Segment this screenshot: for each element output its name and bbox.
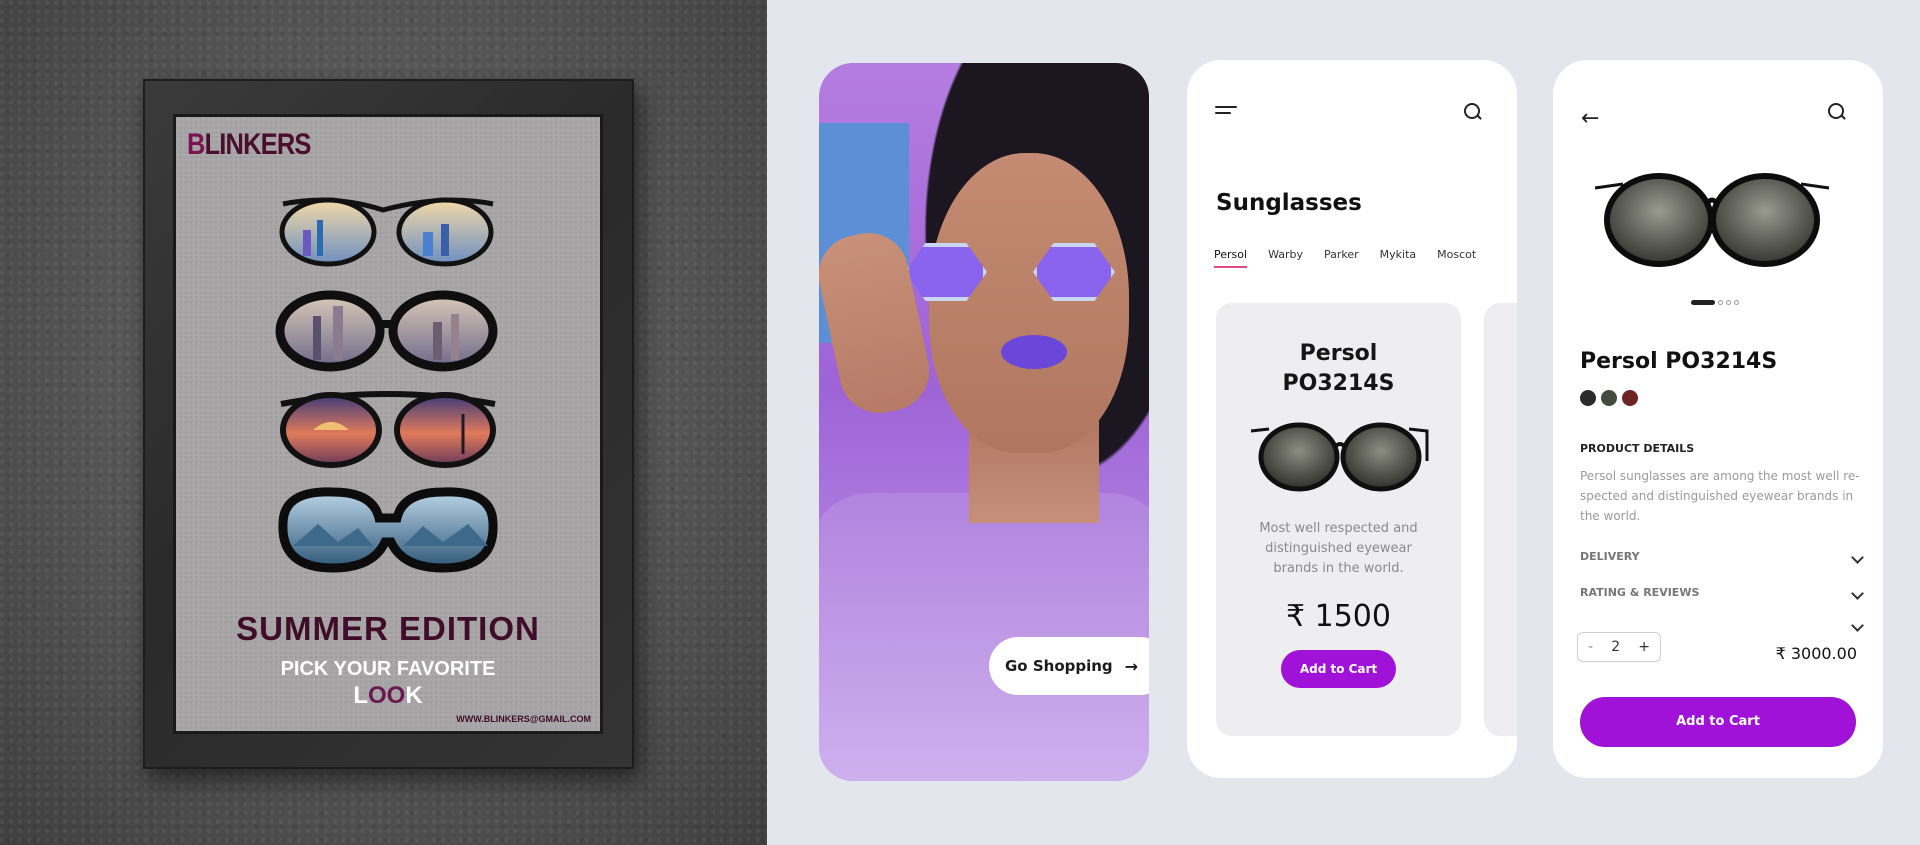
collapse-accordion[interactable] bbox=[1580, 618, 1864, 632]
page-title: Sunglasses bbox=[1216, 190, 1362, 216]
poster-sunglasses-skyline-icon bbox=[275, 290, 498, 372]
add-to-cart-button[interactable]: Add to Cart bbox=[1580, 697, 1856, 747]
tab-persol[interactable]: Persol bbox=[1214, 248, 1248, 268]
poster-sunglasses-sunset-icon bbox=[280, 391, 496, 468]
chevron-down-icon bbox=[1851, 551, 1864, 564]
poster-mockup: BLINKERS SUMMER EDITION PICK YOUR FAVORI… bbox=[0, 0, 767, 845]
poster-sunglasses-mountain-icon bbox=[278, 487, 498, 573]
chevron-down-icon bbox=[1851, 619, 1864, 632]
carousel-indicator[interactable] bbox=[1691, 300, 1739, 305]
product-description: Most well respected and distinguished ey… bbox=[1259, 521, 1418, 576]
delivery-label: DELIVERY bbox=[1580, 550, 1640, 563]
hero-screen: Go Shopping → bbox=[819, 63, 1149, 781]
chevron-down-icon bbox=[1851, 587, 1864, 600]
poster-frame: BLINKERS SUMMER EDITION PICK YOUR FAVORI… bbox=[143, 79, 634, 769]
quantity-stepper[interactable]: - 2 + bbox=[1577, 632, 1661, 662]
color-swatches bbox=[1580, 390, 1638, 406]
back-arrow-icon[interactable]: ← bbox=[1581, 106, 1599, 131]
product-title: Persol PO3214S bbox=[1580, 349, 1778, 374]
delivery-accordion[interactable]: DELIVERY bbox=[1580, 550, 1864, 564]
total-price: ₹ 3000.00 bbox=[1775, 644, 1857, 663]
tab-parker[interactable]: Parker bbox=[1324, 248, 1359, 268]
arrow-right-icon: → bbox=[1124, 656, 1139, 676]
product-details-text: Persol sunglasses are among the most wel… bbox=[1580, 469, 1860, 523]
rating-accordion[interactable]: RATING & REVIEWS bbox=[1580, 586, 1864, 600]
color-swatch-maroon[interactable] bbox=[1622, 390, 1638, 406]
detail-screen: ← Persol PO3214S PRODUCT DETAILS Persol … bbox=[1553, 60, 1883, 778]
poster-brand-logo: BLINKERS bbox=[187, 128, 311, 161]
add-to-cart-button[interactable]: Add to Cart bbox=[1281, 650, 1396, 688]
poster: BLINKERS SUMMER EDITION PICK YOUR FAVORI… bbox=[173, 114, 603, 734]
poster-headline: SUMMER EDITION bbox=[236, 610, 540, 647]
listing-screen: Sunglasses Persol Warby Parker Mykita Mo… bbox=[1187, 60, 1517, 778]
rating-label: RATING & REVIEWS bbox=[1580, 586, 1700, 599]
poster-look-text: LOOK bbox=[353, 682, 423, 709]
product-price: ₹ 1500 bbox=[1286, 599, 1391, 634]
color-swatch-olive[interactable] bbox=[1601, 390, 1617, 406]
sunglasses-hero-image bbox=[1594, 173, 1830, 267]
quantity-value: 2 bbox=[1611, 639, 1621, 655]
model-face bbox=[929, 153, 1129, 453]
brand-tabs: Persol Warby Parker Mykita Moscot bbox=[1214, 248, 1476, 268]
search-icon[interactable] bbox=[1828, 103, 1846, 121]
product-name: Persol PO3214S bbox=[1282, 341, 1395, 396]
product-details-label: PRODUCT DETAILS bbox=[1580, 442, 1695, 455]
tab-mykita[interactable]: Mykita bbox=[1380, 248, 1416, 268]
next-product-card[interactable] bbox=[1484, 303, 1517, 736]
search-icon[interactable] bbox=[1464, 103, 1482, 121]
increase-button[interactable]: + bbox=[1638, 639, 1650, 655]
go-shopping-button[interactable]: Go Shopping → bbox=[989, 637, 1149, 695]
color-swatch-black[interactable] bbox=[1580, 390, 1596, 406]
poster-look: LOOK bbox=[173, 682, 603, 710]
poster-sunglasses-city-icon bbox=[279, 197, 494, 267]
tab-moscot[interactable]: Moscot bbox=[1437, 248, 1476, 268]
decrease-button[interactable]: - bbox=[1588, 639, 1593, 655]
poster-subline: PICK YOUR FAVORITE bbox=[280, 658, 496, 680]
product-card[interactable]: Persol PO3214S Most well respected and d… bbox=[1216, 303, 1461, 736]
tab-warby[interactable]: Warby bbox=[1268, 248, 1303, 268]
poster-email: WWW.BLINKERS@GMAIL.COM bbox=[456, 714, 591, 724]
go-shopping-label: Go Shopping bbox=[1005, 657, 1113, 675]
menu-icon[interactable] bbox=[1215, 106, 1237, 118]
sunglasses-product-image bbox=[1250, 422, 1428, 492]
